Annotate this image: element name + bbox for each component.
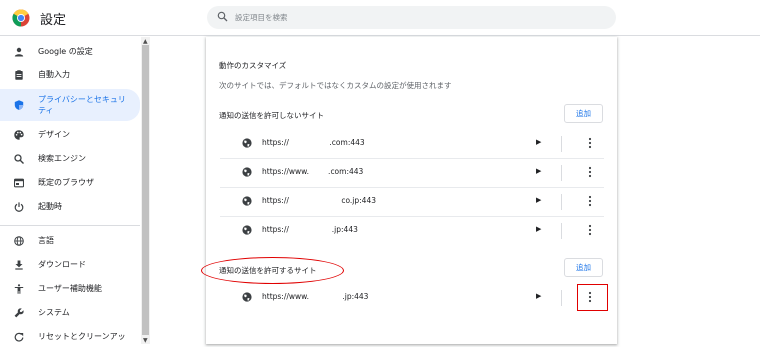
site-url: https://www. .com:443 (262, 167, 364, 176)
sidebar: Google の設定 自動入力 プライバシーとセキュリ ティ デザイン 検索エン… (0, 37, 140, 344)
sidebar-item-startup[interactable]: 起動時 (0, 197, 140, 217)
sidebar-item-google[interactable]: Google の設定 (0, 42, 140, 62)
site-settings-card: 動作のカスタマイズ 次のサイトでは、デフォルトではなくカスタムの設定が使用されま… (206, 37, 617, 344)
divider (561, 136, 562, 152)
site-url: https://www. .jp:443 (262, 292, 369, 301)
allowed-site-row[interactable]: https://www. .jp:443 ▶ (206, 283, 617, 312)
site-url: https:// .jp:443 (262, 225, 358, 234)
sidebar-item-downloads[interactable]: ダウンロード (0, 255, 140, 275)
divider (561, 165, 562, 181)
sidebar-item-system[interactable]: システム (0, 303, 140, 323)
sidebar-item-autofill[interactable]: 自動入力 (0, 65, 140, 85)
divider (561, 223, 562, 239)
sidebar-item-languages[interactable]: 言語 (0, 231, 140, 251)
person-icon (14, 47, 24, 57)
browser-icon (14, 178, 24, 188)
shield-icon (14, 100, 24, 110)
page-title: 設定 (40, 13, 67, 28)
sidebar-item-reset[interactable]: リセットとクリーンアッ (0, 327, 140, 347)
chevron-right-icon[interactable]: ▶ (536, 292, 541, 300)
blocked-section-label: 通知の送信を許可しないサイト (219, 111, 324, 120)
highlight-box-annotation (577, 284, 608, 311)
sidebar-item-label: システム (38, 308, 70, 317)
add-allowed-site-button[interactable]: 追加 (564, 258, 603, 277)
sidebar-item-label: Google の設定 (38, 47, 93, 56)
divider (561, 194, 562, 210)
custom-behavior-description: 次のサイトでは、デフォルトではなくカスタムの設定が使用されます (219, 81, 452, 90)
more-vert-icon[interactable] (584, 193, 596, 209)
blocked-site-row[interactable]: https://www. .com:443 ▶ (206, 158, 617, 187)
globe-icon (14, 236, 24, 246)
power-icon (14, 202, 24, 212)
reset-icon (14, 332, 24, 342)
more-vert-icon[interactable] (584, 164, 596, 180)
globe-icon (242, 196, 252, 206)
globe-icon (242, 167, 252, 177)
scroll-down-arrow-icon[interactable]: ▼ (143, 337, 148, 344)
chevron-right-icon[interactable]: ▶ (536, 196, 541, 204)
search-icon (14, 154, 24, 164)
search-input[interactable] (235, 9, 595, 26)
sidebar-item-label: ユーザー補助機能 (38, 284, 102, 293)
chevron-right-icon[interactable]: ▶ (536, 138, 541, 146)
sidebar-item-label: デザイン (38, 130, 70, 139)
sidebar-item-label: ダウンロード (38, 260, 86, 269)
globe-icon (242, 225, 252, 235)
chevron-right-icon[interactable]: ▶ (536, 225, 541, 233)
blocked-site-row[interactable]: https:// co.jp:443 ▶ (206, 187, 617, 216)
sidebar-item-label: プライバシーとセキュリ ティ (38, 95, 126, 115)
sidebar-item-design[interactable]: デザイン (0, 125, 140, 145)
download-icon (15, 260, 23, 270)
chrome-logo-icon (12, 9, 30, 27)
clipboard-icon (15, 70, 23, 80)
sidebar-item-label: 既定のブラウザ (38, 178, 94, 187)
site-url: https:// .com:443 (262, 138, 365, 147)
accessibility-icon (14, 284, 24, 294)
blocked-site-row[interactable]: https:// .com:443 ▶ (206, 129, 617, 158)
globe-icon (242, 138, 252, 148)
sidebar-item-accessibility[interactable]: ユーザー補助機能 (0, 279, 140, 299)
scroll-up-arrow-icon[interactable]: ▲ (143, 38, 148, 45)
highlight-ellipse-annotation (201, 257, 344, 284)
sidebar-item-label: 起動時 (38, 202, 62, 211)
scrollbar-thumb[interactable] (142, 45, 149, 335)
sidebar-item-default-browser[interactable]: 既定のブラウザ (0, 173, 140, 193)
more-vert-icon[interactable] (584, 135, 596, 151)
palette-icon (14, 130, 24, 140)
sidebar-item-label: 言語 (38, 236, 54, 245)
add-blocked-site-button[interactable]: 追加 (564, 104, 603, 123)
search-icon (217, 11, 228, 22)
sidebar-divider (0, 225, 140, 226)
blocked-site-row[interactable]: https:// .jp:443 ▶ (206, 216, 617, 245)
wrench-icon (14, 308, 24, 318)
sidebar-item-label: 自動入力 (38, 70, 70, 79)
top-bar: 設定 (0, 0, 760, 36)
search-box[interactable] (207, 6, 616, 29)
globe-icon (242, 292, 252, 302)
more-vert-icon[interactable] (584, 222, 596, 238)
sidebar-item-label: リセットとクリーンアッ (38, 332, 126, 341)
divider (561, 290, 562, 306)
custom-behavior-heading: 動作のカスタマイズ (219, 61, 287, 70)
sidebar-item-search-engine[interactable]: 検索エンジン (0, 149, 140, 169)
sidebar-item-label: 検索エンジン (38, 154, 86, 163)
chevron-right-icon[interactable]: ▶ (536, 167, 541, 175)
sidebar-item-privacy[interactable]: プライバシーとセキュリ ティ (0, 89, 140, 121)
site-url: https:// co.jp:443 (262, 196, 376, 205)
